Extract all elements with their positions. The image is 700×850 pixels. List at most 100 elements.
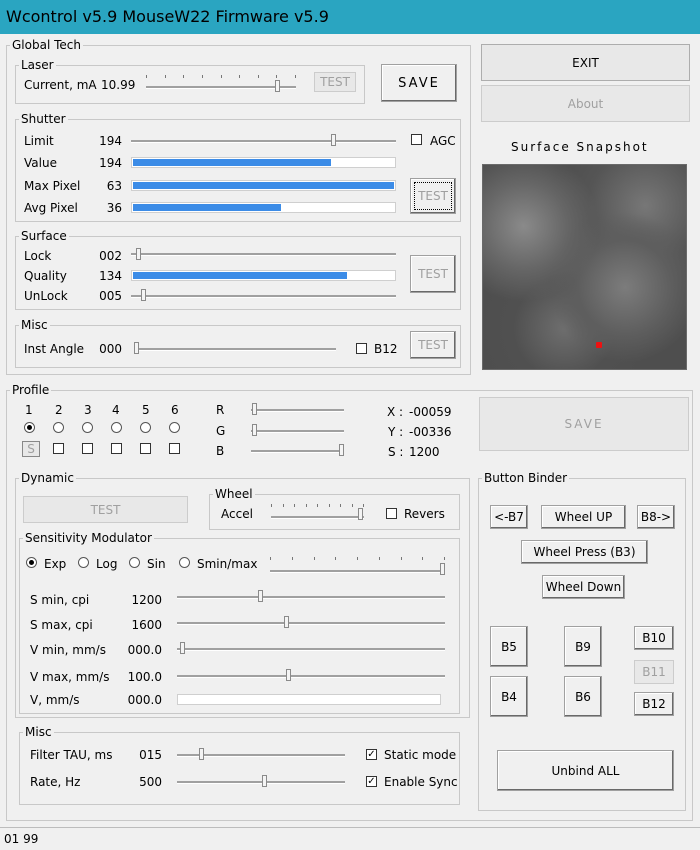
static-mode-label: Static mode xyxy=(384,748,457,762)
b12-checkbox[interactable] xyxy=(356,343,367,354)
max-pixel-fill xyxy=(133,182,394,189)
surface-test-button[interactable]: TEST xyxy=(410,255,456,293)
global-save-button[interactable]: SAVE xyxy=(381,64,457,102)
profile-radio-3[interactable] xyxy=(82,422,93,433)
b5-button[interactable]: B5 xyxy=(490,626,528,667)
rate-thumb[interactable] xyxy=(262,775,267,787)
unlock-label: UnLock xyxy=(24,289,68,303)
b4-button[interactable]: B4 xyxy=(490,676,528,717)
r-track[interactable] xyxy=(251,409,344,412)
wheel-press-button[interactable]: Wheel Press (B3) xyxy=(521,540,648,564)
accel-slider-ticks xyxy=(271,504,364,509)
mode-exp-radio[interactable] xyxy=(26,557,37,568)
slider-tick xyxy=(340,504,341,507)
smin-thumb[interactable] xyxy=(258,590,263,602)
dynamic-test-button[interactable]: TEST xyxy=(23,496,188,523)
wheel-down-button[interactable]: Wheel Down xyxy=(542,575,625,599)
profile-radio-2[interactable] xyxy=(53,422,64,433)
b6-button[interactable]: B6 xyxy=(564,676,602,717)
status-bar: 01 99 xyxy=(0,827,700,850)
profile-radio-1[interactable] xyxy=(24,422,35,433)
shutter-limit-thumb[interactable] xyxy=(331,134,336,146)
vmin-track[interactable] xyxy=(177,648,445,651)
quality-bar xyxy=(131,270,396,281)
static-mode-checkbox[interactable]: ✓ xyxy=(366,749,377,760)
profile-check-6[interactable] xyxy=(169,443,180,454)
wheel-up-button[interactable]: Wheel UP xyxy=(541,505,626,529)
about-button[interactable]: About xyxy=(481,85,690,122)
misc-test-button[interactable]: TEST xyxy=(410,331,456,359)
lock-label: Lock xyxy=(24,249,52,263)
title-bar: Wcontrol v5.9 MouseW22 Firmware v5.9 xyxy=(0,0,700,34)
profile-radio-6[interactable] xyxy=(169,422,180,433)
shutter-value-label: Value xyxy=(24,156,57,170)
accel-track[interactable] xyxy=(271,516,364,519)
unlock-track[interactable] xyxy=(131,295,396,298)
profile-save-button[interactable]: SAVE xyxy=(479,397,689,451)
v-bar xyxy=(177,694,441,705)
vmin-thumb[interactable] xyxy=(180,642,185,654)
accel-thumb[interactable] xyxy=(358,508,363,520)
profile-check-3[interactable] xyxy=(82,443,93,454)
slider-tick xyxy=(317,504,318,507)
shutter-limit-track[interactable] xyxy=(131,140,396,143)
b11-button[interactable]: B11 xyxy=(634,660,674,684)
b8-button[interactable]: B8-> xyxy=(637,505,675,529)
laser-current-label: Current, mA xyxy=(24,78,97,92)
filter-tau-thumb[interactable] xyxy=(199,748,204,760)
shutter-value-value: 194 xyxy=(99,156,122,170)
g-track[interactable] xyxy=(251,430,344,433)
laser-slider-thumb[interactable] xyxy=(275,80,280,92)
smin-track[interactable] xyxy=(177,596,445,599)
b-track[interactable] xyxy=(251,450,344,453)
vmax-track[interactable] xyxy=(177,675,445,678)
b-thumb[interactable] xyxy=(339,444,344,456)
enable-sync-checkbox[interactable]: ✓ xyxy=(366,776,377,787)
profile-radio-4[interactable] xyxy=(111,422,122,433)
profile-check-4[interactable] xyxy=(111,443,122,454)
slider-tick xyxy=(258,75,259,78)
unlock-thumb[interactable] xyxy=(141,289,146,301)
slider-tick xyxy=(239,75,240,78)
laser-test-button[interactable]: TEST xyxy=(314,72,356,92)
profile-check-2[interactable] xyxy=(53,443,64,454)
b7-button[interactable]: <-B7 xyxy=(490,505,528,529)
profile-radio-5[interactable] xyxy=(140,422,151,433)
profile-check-5[interactable] xyxy=(140,443,151,454)
mode-thumb[interactable] xyxy=(440,563,445,575)
inst-angle-thumb[interactable] xyxy=(134,342,139,354)
laser-slider-track[interactable] xyxy=(146,86,296,89)
agc-checkbox[interactable] xyxy=(411,134,422,145)
vmax-value: 100.0 xyxy=(127,670,162,684)
slider-tick xyxy=(165,75,166,78)
quality-fill xyxy=(133,272,347,279)
inst-angle-label: Inst Angle xyxy=(24,342,85,356)
g-thumb[interactable] xyxy=(252,424,257,436)
b12-button[interactable]: B12 xyxy=(634,692,674,716)
smax-thumb[interactable] xyxy=(284,616,289,628)
profile-s-button[interactable]: S xyxy=(22,441,40,457)
mode-sminmax-radio[interactable] xyxy=(179,557,190,568)
mode-track[interactable] xyxy=(270,570,445,573)
shutter-test-button[interactable]: TEST xyxy=(410,178,456,214)
slider-tick xyxy=(221,75,222,78)
b10-button[interactable]: B10 xyxy=(634,626,674,650)
mode-sin-radio[interactable] xyxy=(129,557,140,568)
slider-tick xyxy=(357,557,358,560)
rate-track[interactable] xyxy=(177,781,345,784)
revers-checkbox[interactable] xyxy=(386,508,397,519)
b-label: B xyxy=(216,444,225,458)
smax-value: 1600 xyxy=(131,618,162,632)
exit-button[interactable]: EXIT xyxy=(481,44,690,81)
smax-track[interactable] xyxy=(177,622,445,625)
mode-log-radio[interactable] xyxy=(78,557,89,568)
inst-angle-track[interactable] xyxy=(134,348,336,351)
lock-thumb[interactable] xyxy=(136,248,141,260)
unbind-all-button[interactable]: Unbind ALL xyxy=(497,750,674,791)
vmax-thumb[interactable] xyxy=(286,669,291,681)
x-coord-value: -00059 xyxy=(409,405,452,419)
vmin-value: 000.0 xyxy=(127,643,162,657)
lock-track[interactable] xyxy=(131,253,396,256)
r-thumb[interactable] xyxy=(252,403,257,415)
b9-button[interactable]: B9 xyxy=(564,626,602,667)
